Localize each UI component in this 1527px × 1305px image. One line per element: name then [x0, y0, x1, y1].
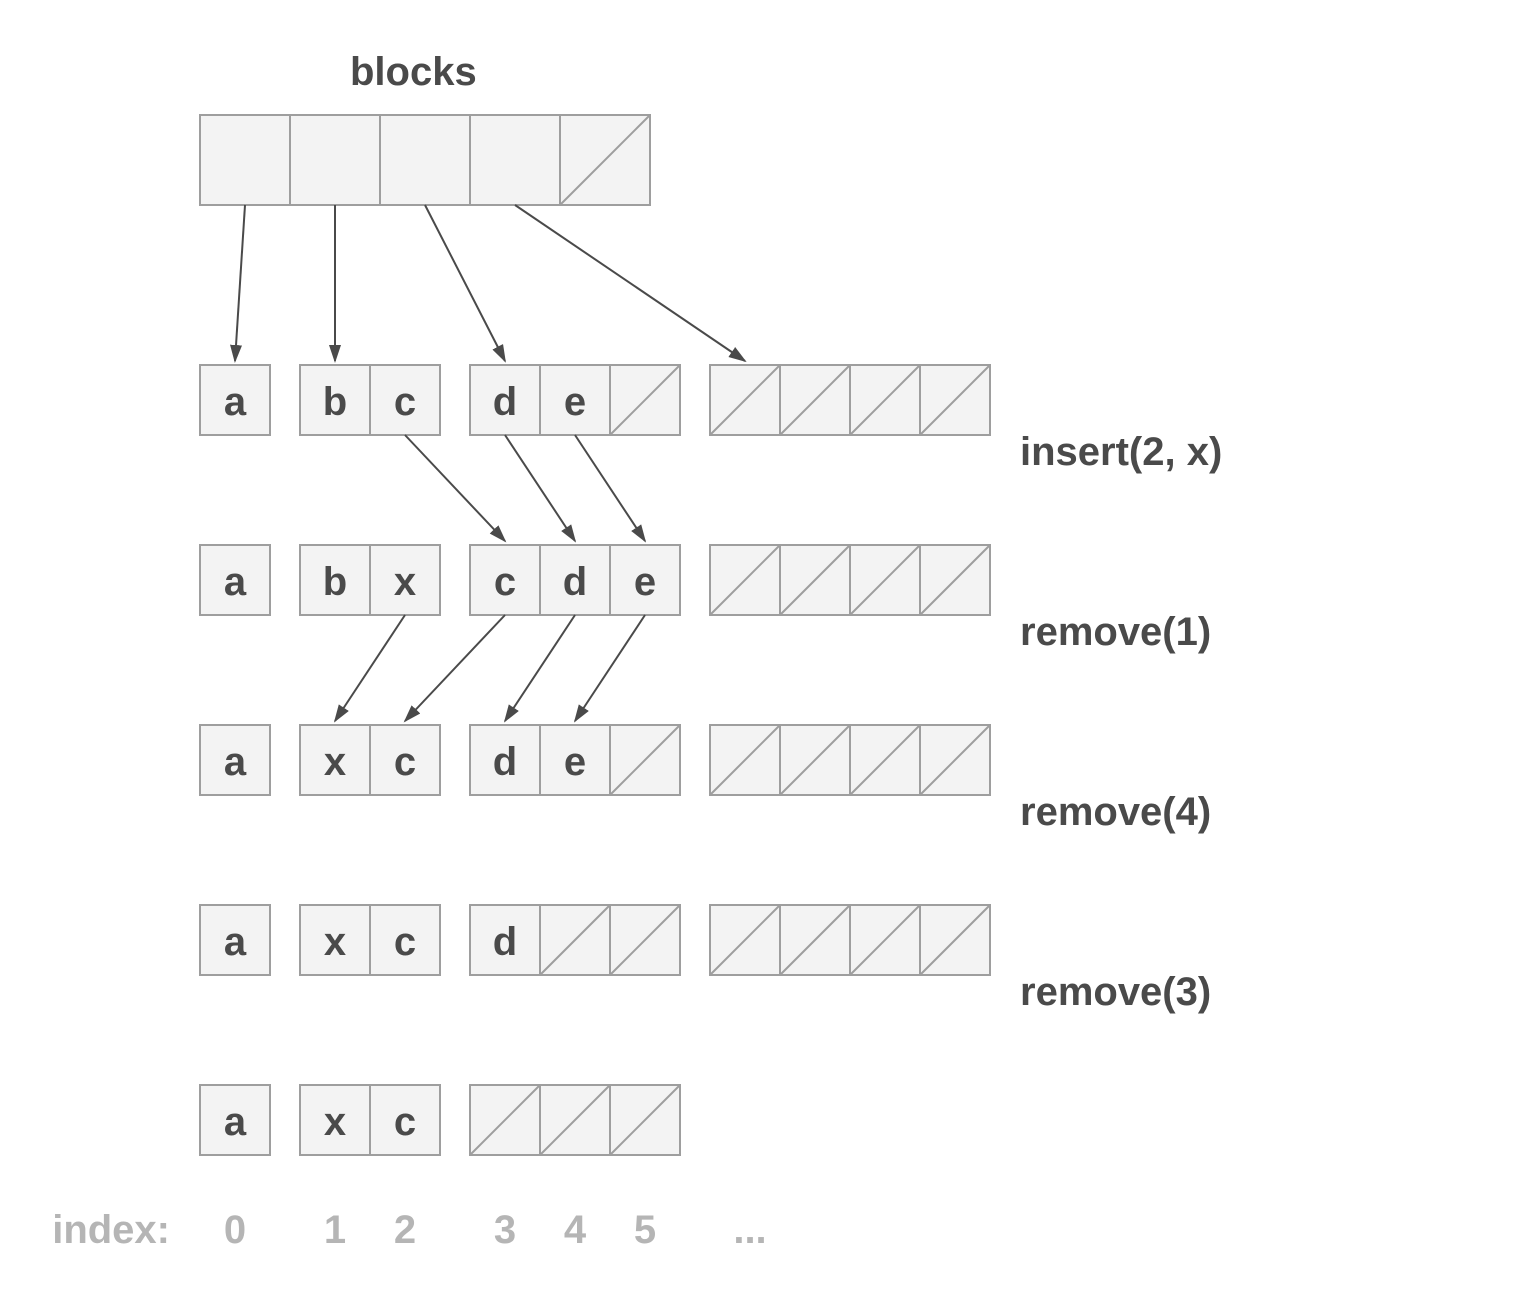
pointer-arrow	[425, 205, 505, 361]
pointer-arrow	[575, 615, 645, 721]
top-block-cell	[380, 115, 470, 205]
data-cell-label: d	[563, 560, 587, 604]
top-block-cell	[290, 115, 380, 205]
index-caption: index:	[52, 1208, 170, 1252]
data-cell-label: x	[324, 740, 346, 784]
data-cell-label: e	[564, 740, 586, 784]
data-cell-label: a	[224, 920, 247, 964]
pointer-arrow	[575, 435, 645, 541]
data-cell-label: d	[493, 740, 517, 784]
data-cell-label: x	[324, 920, 346, 964]
data-cell-label: a	[224, 380, 247, 424]
data-cell-label: x	[394, 560, 416, 604]
pointer-arrow	[405, 435, 505, 541]
data-cell-label: a	[224, 560, 247, 604]
pointer-arrow	[235, 205, 245, 361]
index-label: 3	[494, 1208, 516, 1252]
operation-label: remove(1)	[1020, 610, 1211, 654]
pointer-arrow	[505, 435, 575, 541]
index-label: 4	[564, 1208, 587, 1252]
blocks-title: blocks	[350, 50, 477, 94]
data-cell-label: b	[323, 560, 347, 604]
operation-label: insert(2, x)	[1020, 430, 1222, 474]
data-cell-label: c	[394, 740, 416, 784]
operation-label: remove(3)	[1020, 970, 1211, 1014]
index-label: 1	[324, 1208, 346, 1252]
data-cell-label: d	[493, 380, 517, 424]
data-cell-label: a	[224, 740, 247, 784]
data-cell-label: c	[394, 380, 416, 424]
pointer-arrow	[505, 615, 575, 721]
index-label: 0	[224, 1208, 246, 1252]
pointer-arrow	[335, 615, 405, 721]
index-label: 5	[634, 1208, 656, 1252]
data-cell-label: c	[394, 1100, 416, 1144]
data-cell-label: c	[394, 920, 416, 964]
top-block-cell	[200, 115, 290, 205]
index-ellipsis: ...	[733, 1208, 766, 1252]
pointer-arrow	[515, 205, 745, 361]
data-cell-label: a	[224, 1100, 247, 1144]
data-cell-label: x	[324, 1100, 346, 1144]
top-block-cell	[470, 115, 560, 205]
data-cell-label: d	[493, 920, 517, 964]
blocks-diagram: blocks a b c d e a b x c d e a x c d e a x c d a x c insert(2, x…	[0, 0, 1527, 1305]
data-cell-label: e	[634, 560, 656, 604]
data-cell-label: b	[323, 380, 347, 424]
operation-label: remove(4)	[1020, 790, 1211, 834]
pointer-arrow	[405, 615, 505, 721]
data-cell-label: c	[494, 560, 516, 604]
index-label: 2	[394, 1208, 416, 1252]
data-cell-label: e	[564, 380, 586, 424]
